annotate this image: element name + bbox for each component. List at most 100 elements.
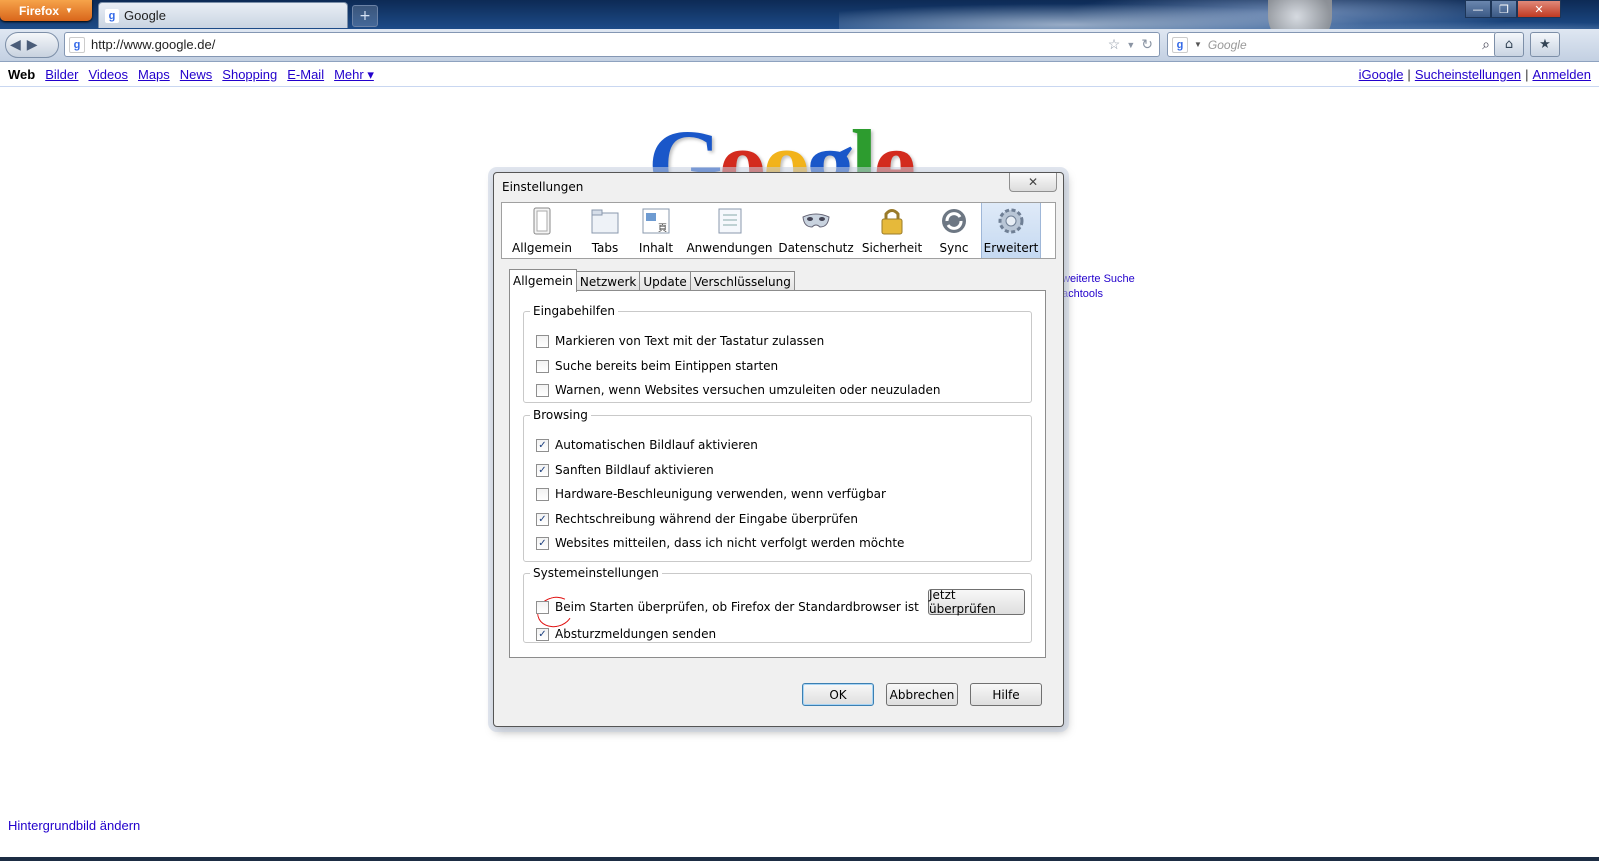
pane-label: Datenschutz: [778, 241, 854, 255]
dialog-title: Einstellungen: [502, 180, 584, 194]
search-placeholder: Google: [1207, 37, 1247, 52]
language-tools-link[interactable]: achtools: [1062, 287, 1135, 302]
checkbox-spellcheck[interactable]: ✓ Rechtschreibung während der Eingabe übe…: [536, 512, 858, 526]
tab-verschluesselung[interactable]: Verschlüsselung: [689, 271, 795, 291]
checkbox-checked[interactable]: ✓: [536, 627, 549, 641]
bookmark-star-icon[interactable]: ☆: [1108, 36, 1121, 53]
reload-icon[interactable]: ↻: [1141, 36, 1153, 53]
search-engine-icon[interactable]: g: [1172, 36, 1188, 53]
pane-anwendungen[interactable]: Anwendungen: [684, 203, 775, 258]
link-anmelden[interactable]: Anmelden: [1532, 67, 1591, 82]
window-controls: — ❐ ✕: [1465, 0, 1561, 18]
help-button[interactable]: Hilfe: [970, 683, 1042, 706]
advanced-tabs: Allgemein Netzwerk Update Verschlüsselun…: [509, 269, 795, 292]
nav-email[interactable]: E-Mail: [287, 67, 324, 83]
new-tab-button[interactable]: +: [352, 5, 378, 27]
pane-sicherheit[interactable]: Sicherheit: [857, 203, 927, 258]
checkbox-autoscroll[interactable]: ✓ Automatischen Bildlauf aktivieren: [536, 438, 758, 452]
group-browsing: Browsing ✓ Automatischen Bildlauf aktivie…: [523, 408, 1032, 562]
tab-netzwerk[interactable]: Netzwerk: [575, 271, 641, 291]
pane-label: Allgemein: [512, 241, 572, 255]
home-button[interactable]: ⌂: [1494, 32, 1524, 57]
checkbox-checked[interactable]: ✓: [536, 512, 549, 526]
pane-inhalt[interactable]: 頁 Inhalt: [628, 203, 684, 258]
site-identity-icon[interactable]: g: [69, 36, 85, 53]
window-close-button[interactable]: ✕: [1517, 0, 1561, 18]
url-bar[interactable]: g http://www.google.de/ ☆ ▼ ↻: [64, 32, 1160, 57]
bookmarks-icon: ★: [1539, 37, 1551, 52]
checkbox-box[interactable]: [536, 487, 549, 501]
checkbox-do-not-track[interactable]: ✓ Websites mitteilen, dass ich nicht verf…: [536, 536, 904, 550]
checkbox-box[interactable]: [536, 600, 549, 614]
chevron-down-icon: ▼: [65, 6, 73, 15]
pane-datenschutz[interactable]: Datenschutz: [775, 203, 857, 258]
checkbox-markieren-text[interactable]: Markieren von Text mit der Tastatur zula…: [536, 334, 824, 348]
url-text: http://www.google.de/: [91, 37, 216, 52]
checkbox-warnen-umleiten[interactable]: Warnen, wenn Websites versuchen umzuleit…: [536, 383, 940, 397]
pane-label: Erweitert: [983, 241, 1039, 255]
link-sucheinstellungen[interactable]: Sucheinstellungen: [1415, 67, 1521, 82]
forward-arrow-icon[interactable]: ▶: [27, 37, 38, 53]
browser-tab-google[interactable]: g Google: [98, 2, 348, 28]
checkbox-label: Beim Starten überprüfen, ob Firefox der …: [555, 600, 919, 614]
taskbar-edge: [0, 857, 1599, 861]
search-side-links: weiterte Suche achtools: [1062, 272, 1135, 302]
separator: |: [1525, 67, 1529, 82]
restore-icon: ❐: [1499, 2, 1509, 16]
pane-erweitert[interactable]: Erweitert: [981, 203, 1041, 258]
pane-tabs[interactable]: Tabs: [582, 203, 628, 258]
checkbox-checked[interactable]: ✓: [536, 463, 549, 477]
pane-allgemein[interactable]: Allgemein: [502, 203, 582, 258]
navigation-toolbar: ◀ ▶ g http://www.google.de/ ☆ ▼ ↻ g ▼ Go…: [0, 29, 1599, 62]
search-dropdown-icon[interactable]: ▼: [1194, 40, 1202, 49]
checkbox-hardware-acceleration[interactable]: Hardware-Beschleunigung verwenden, wenn …: [536, 487, 886, 501]
pane-label: Anwendungen: [686, 241, 773, 255]
checkbox-crash-reports[interactable]: ✓ Absturzmeldungen senden: [536, 627, 716, 641]
nav-mehr[interactable]: Mehr ▾: [334, 67, 374, 83]
cancel-button[interactable]: Abbrechen: [886, 683, 958, 706]
ok-button[interactable]: OK: [802, 683, 874, 706]
pane-label: Inhalt: [638, 241, 674, 255]
minimize-icon: —: [1472, 2, 1484, 16]
nav-bilder[interactable]: Bilder: [45, 67, 78, 83]
nav-news[interactable]: News: [180, 67, 213, 83]
search-bar[interactable]: g ▼ Google ⌕: [1167, 32, 1497, 57]
checkbox-checked[interactable]: ✓: [536, 536, 549, 550]
checkbox-box[interactable]: [536, 334, 549, 348]
nav-maps[interactable]: Maps: [138, 67, 170, 83]
pane-label: Sicherheit: [861, 241, 923, 255]
mask-icon: [802, 213, 830, 228]
back-arrow-icon[interactable]: ◀: [10, 37, 21, 53]
checkbox-smooth-scroll[interactable]: ✓ Sanften Bildlauf aktivieren: [536, 463, 714, 477]
link-igoogle[interactable]: iGoogle: [1359, 67, 1404, 82]
tab-allgemein[interactable]: Allgemein: [509, 269, 577, 292]
checkbox-box[interactable]: [536, 383, 549, 397]
nav-shopping[interactable]: Shopping: [222, 67, 277, 83]
bookmarks-button[interactable]: ★: [1530, 32, 1560, 57]
tab-update[interactable]: Update: [639, 271, 691, 291]
dialog-close-button[interactable]: ✕: [1009, 173, 1057, 192]
firefox-menu-button[interactable]: Firefox ▼: [0, 0, 92, 21]
dropdown-arrow-icon[interactable]: ▼: [1126, 40, 1135, 50]
settings-pane-toolbar: Allgemein Tabs 頁 Inhalt Anwendungen Date…: [501, 202, 1056, 259]
group-systemeinstellungen: Systemeinstellungen Beim Starten überprü…: [523, 566, 1032, 643]
checkbox-label: Warnen, wenn Websites versuchen umzuleit…: [555, 383, 941, 397]
change-background-link[interactable]: Hintergrundbild ändern: [8, 818, 140, 833]
checkbox-box[interactable]: [536, 359, 549, 373]
checkbox-label: Absturzmeldungen senden: [555, 627, 717, 641]
nav-videos[interactable]: Videos: [88, 67, 128, 83]
google-account-links: iGoogle | Sucheinstellungen | Anmelden: [1359, 67, 1591, 82]
nav-web[interactable]: Web: [8, 67, 35, 83]
back-forward-buttons[interactable]: ◀ ▶: [5, 32, 59, 58]
minimize-button[interactable]: —: [1465, 0, 1491, 18]
maximize-button[interactable]: ❐: [1491, 0, 1517, 18]
advanced-search-link[interactable]: weiterte Suche: [1062, 272, 1135, 287]
checkbox-default-browser[interactable]: Beim Starten überprüfen, ob Firefox der …: [536, 600, 919, 614]
pane-sync[interactable]: Sync: [927, 203, 981, 258]
check-now-button[interactable]: Jetzt überprüfen: [928, 588, 1025, 616]
group-title: Eingabehilfen: [533, 304, 615, 318]
tabs-icon: [591, 209, 619, 234]
checkbox-suche-eintippen[interactable]: Suche bereits beim Eintippen starten: [536, 359, 778, 373]
svg-text:頁: 頁: [658, 223, 667, 234]
checkbox-checked[interactable]: ✓: [536, 438, 549, 452]
